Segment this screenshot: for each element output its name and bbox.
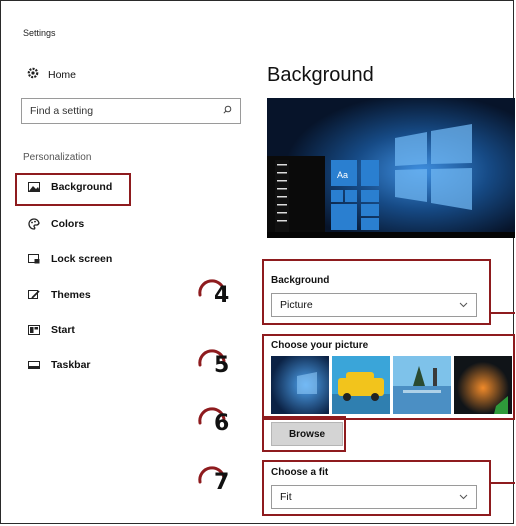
picture-thumbnails xyxy=(271,356,512,414)
picture-icon xyxy=(27,182,41,192)
picture-field-label: Choose your picture xyxy=(271,340,369,351)
preview-tile-label: Aa xyxy=(337,170,348,180)
sidebar-item-colors[interactable]: Colors xyxy=(27,218,84,230)
sidebar-item-start[interactable]: Start xyxy=(27,324,75,336)
highlight-connector xyxy=(491,482,515,484)
picture-thumbnail-lake[interactable] xyxy=(393,356,451,414)
search-input[interactable]: Find a setting xyxy=(21,98,241,124)
fit-field-label: Choose a fit xyxy=(271,467,329,478)
step-7-label: 7 xyxy=(214,470,230,495)
picture-thumbnail-night[interactable] xyxy=(454,356,512,414)
settings-window: Settings Home Find a setting Personaliza… xyxy=(0,0,515,524)
fit-dropdown[interactable]: Fit xyxy=(271,485,477,509)
sidebar-item-label: Background xyxy=(51,181,113,193)
browse-button[interactable]: Browse xyxy=(271,422,343,446)
gear-icon xyxy=(27,67,39,82)
section-personalization: Personalization xyxy=(23,152,92,163)
sidebar-item-themes[interactable]: Themes xyxy=(27,289,91,301)
palette-icon xyxy=(27,218,41,230)
sidebar-item-label: Colors xyxy=(51,218,85,230)
sidebar-item-label: Lock screen xyxy=(51,253,113,265)
lock-screen-icon xyxy=(27,254,41,264)
step-5-label: 5 xyxy=(214,353,230,378)
sidebar-item-label: Start xyxy=(51,324,75,336)
picture-thumbnail-windows[interactable] xyxy=(271,356,329,414)
window-title: Settings xyxy=(23,28,56,38)
step-4-label: 4 xyxy=(214,283,230,308)
chevron-down-icon xyxy=(459,491,468,503)
search-placeholder: Find a setting xyxy=(30,105,94,117)
sidebar-item-lock-screen[interactable]: Lock screen xyxy=(27,253,112,265)
background-dropdown-value: Picture xyxy=(280,299,313,311)
home-link[interactable]: Home xyxy=(27,67,76,82)
chevron-down-icon xyxy=(459,299,468,311)
highlight-connector xyxy=(491,312,515,314)
search-icon xyxy=(223,105,232,117)
sidebar-item-label: Taskbar xyxy=(51,359,91,371)
home-label: Home xyxy=(48,68,77,81)
desktop-preview: Aa xyxy=(267,98,515,238)
sidebar-item-background[interactable]: Background xyxy=(27,181,112,193)
fit-dropdown-value: Fit xyxy=(280,491,292,503)
background-field-label: Background xyxy=(271,275,330,286)
sidebar-item-taskbar[interactable]: Taskbar xyxy=(27,359,91,371)
picture-thumbnail-car[interactable] xyxy=(332,356,390,414)
sidebar-item-label: Themes xyxy=(51,289,91,301)
step-6-label: 6 xyxy=(214,411,230,436)
taskbar-icon xyxy=(27,361,41,369)
page-title: Background xyxy=(267,64,374,86)
start-icon xyxy=(27,325,41,335)
brush-icon xyxy=(27,290,41,300)
background-dropdown[interactable]: Picture xyxy=(271,293,477,317)
